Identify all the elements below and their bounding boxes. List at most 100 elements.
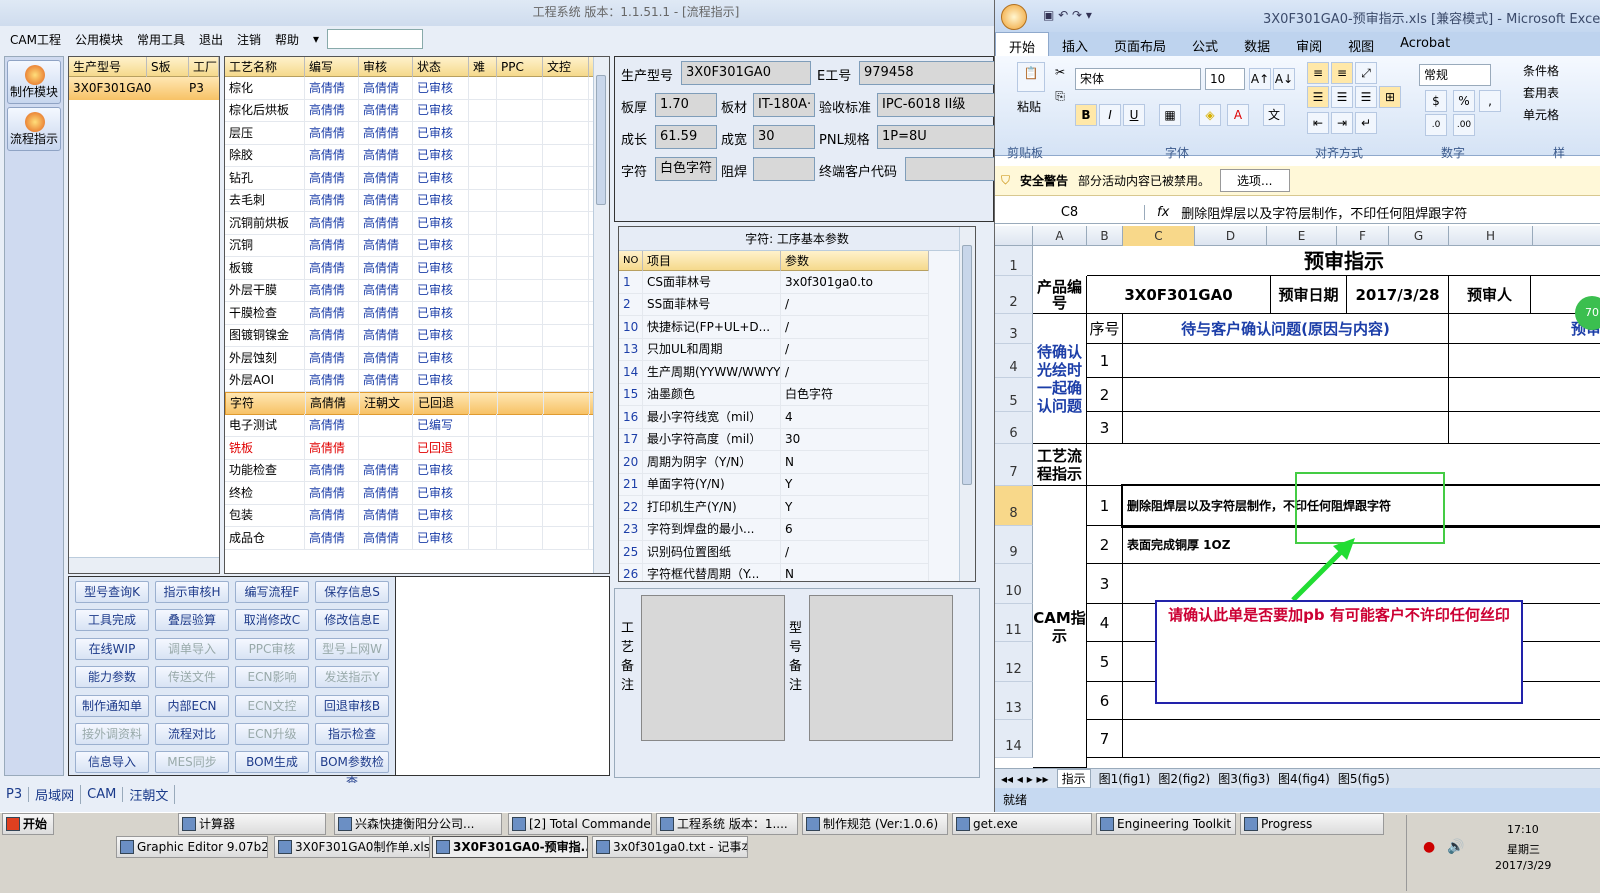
row-header[interactable]: 1 xyxy=(995,246,1033,276)
param-row[interactable]: 23 字符到焊盘的最小... 6 xyxy=(619,518,929,541)
function-button[interactable]: 发送指示Y xyxy=(315,666,389,689)
col-reviewer[interactable]: 审核 xyxy=(359,57,413,77)
process-row[interactable]: 钻孔 高倩倩 高倩倩 已审核 xyxy=(225,166,609,190)
function-button[interactable]: BOM参数检查 xyxy=(315,751,389,789)
copy-icon[interactable]: ⎘ xyxy=(1049,86,1071,108)
taskbar-item[interactable]: 3x0f301ga0.txt - 记事本 xyxy=(592,836,748,858)
column-header[interactable]: G xyxy=(1389,226,1449,246)
menu-combo[interactable] xyxy=(327,29,424,49)
col-writer[interactable]: 编写 xyxy=(305,57,359,77)
col-value[interactable]: 参数 xyxy=(781,250,929,271)
row-header[interactable]: 14 xyxy=(995,720,1033,758)
pending-question[interactable] xyxy=(1123,344,1449,378)
row-header[interactable]: 4 xyxy=(995,344,1033,378)
process-row[interactable]: 成品仓 高倩倩 高倩倩 已审核 xyxy=(225,526,609,550)
process-row[interactable]: 层压 高倩倩 高倩倩 已审核 xyxy=(225,121,609,145)
process-row[interactable]: 字符 高倩倩 汪朝文 已回退 xyxy=(225,392,609,415)
process-row[interactable]: 除胶 高倩倩 高倩倩 已审核 xyxy=(225,144,609,167)
col-model[interactable]: 生产型号 xyxy=(69,57,147,77)
process-row[interactable]: 功能检查 高倩倩 高倩倩 已审核 xyxy=(225,459,609,482)
border-icon[interactable]: ▦ xyxy=(1159,104,1181,126)
taskbar-item[interactable]: 兴森快捷衡阳分公司... xyxy=(334,813,502,835)
sheet-tab-fig3[interactable]: 图3(fig3) xyxy=(1218,770,1270,787)
column-header[interactable]: F xyxy=(1337,226,1389,246)
function-button[interactable]: 传送文件 xyxy=(155,666,229,689)
tab-formula[interactable]: 公式 xyxy=(1179,32,1231,56)
scroll-thumb[interactable] xyxy=(596,75,606,205)
cam-label[interactable]: CAM指示 xyxy=(1033,486,1087,768)
site-selector[interactable]: P3 xyxy=(0,786,30,802)
font-size-box[interactable]: 10 xyxy=(1205,68,1245,90)
quick-access-icon[interactable]: ▣ ↶ ↷ ▾ xyxy=(1043,8,1092,22)
taskbar-item[interactable]: 制作规范 (Ver:1.0.6) xyxy=(802,813,948,835)
function-button[interactable]: 型号查询K xyxy=(75,581,149,603)
menu-cam[interactable]: CAM工程 xyxy=(4,31,67,48)
cam-seq[interactable]: 7 xyxy=(1087,720,1123,758)
font-name-box[interactable]: 宋体 xyxy=(1075,68,1201,90)
tab-home[interactable]: 开始 xyxy=(995,32,1050,56)
row-header[interactable]: 2 xyxy=(995,276,1033,314)
param-row[interactable]: 22 打印机生产(Y/N) Y xyxy=(619,495,929,519)
date-label[interactable]: 预审日期 xyxy=(1271,276,1347,314)
function-button[interactable]: 取消修改C xyxy=(235,609,309,632)
tab-view[interactable]: 视图 xyxy=(1335,32,1387,56)
process-row[interactable]: 电子测试 高倩倩 已编写 xyxy=(225,414,609,437)
nav-process-instruction[interactable]: 流程指示 xyxy=(7,107,61,151)
col-doc[interactable]: 文控 xyxy=(543,57,589,77)
nav-make-module[interactable]: 制作模块 xyxy=(7,60,61,104)
pending-seq[interactable]: 3 xyxy=(1087,412,1123,444)
param-row[interactable]: 26 字符框代替周期（Y... N xyxy=(619,563,929,581)
function-button[interactable]: 叠层验算 xyxy=(155,609,229,632)
taskbar-item[interactable]: 工程系统 版本：1.... xyxy=(656,813,798,835)
column-header[interactable]: B xyxy=(1087,226,1123,246)
function-button[interactable]: 能力参数 xyxy=(75,666,149,689)
shrink-font-icon[interactable]: A↓ xyxy=(1273,68,1295,90)
align-left-icon[interactable]: ☰ xyxy=(1307,86,1329,108)
length-field[interactable]: 61.59 xyxy=(655,125,717,149)
function-button[interactable]: 接外调资料 xyxy=(75,723,149,745)
cam-seq[interactable]: 4 xyxy=(1087,604,1123,642)
grow-font-icon[interactable]: A↑ xyxy=(1249,68,1271,90)
options-button[interactable]: 选项... xyxy=(1220,169,1290,192)
office-button[interactable] xyxy=(1001,4,1027,30)
row-header[interactable]: 5 xyxy=(995,378,1033,412)
tab-acrobat[interactable]: Acrobat xyxy=(1387,32,1463,56)
function-button[interactable]: 指示审核H xyxy=(155,581,229,603)
function-button[interactable]: ECN影响 xyxy=(235,666,309,689)
col-factory[interactable]: 工厂 xyxy=(189,57,219,77)
col-difficulty[interactable]: 难 xyxy=(469,57,497,77)
taskbar-item[interactable]: 计算器 xyxy=(178,813,326,835)
fill-color-icon[interactable]: ◈ xyxy=(1199,104,1221,126)
function-button[interactable]: 指示检查 xyxy=(315,723,389,745)
merge-icon[interactable]: ⊞ xyxy=(1379,86,1401,108)
formula-input[interactable]: 删除阻焊层以及字符层制作，不印任何阻焊跟字符 xyxy=(1181,203,1467,222)
taskbar-item[interactable]: get.exe xyxy=(952,813,1092,835)
outdent-icon[interactable]: ⇥ xyxy=(1331,112,1353,134)
decrease-decimal-icon[interactable]: .00 xyxy=(1453,114,1475,136)
align-middle-icon[interactable]: ≡ xyxy=(1331,62,1353,84)
cam-seq[interactable]: 2 xyxy=(1087,526,1123,564)
param-row[interactable]: 14 生产周期(YYWW/WWYY) / xyxy=(619,360,929,384)
row-header[interactable]: 3 xyxy=(995,314,1033,344)
taskbar-item[interactable]: Engineering Toolkit 9.... xyxy=(1096,813,1236,835)
process-row[interactable]: 外层蚀刻 高倩倩 高倩倩 已审核 xyxy=(225,346,609,370)
pending-question[interactable] xyxy=(1123,378,1449,412)
taskbar-item[interactable]: Graphic Editor 9.07b2 (0... xyxy=(116,836,268,858)
fx-icon[interactable]: fx xyxy=(1145,205,1181,220)
tab-page-layout[interactable]: 页面布局 xyxy=(1101,32,1179,56)
flow-label[interactable]: 工艺流程指示 xyxy=(1033,444,1087,486)
sheet-tab-fig4[interactable]: 图4(fig4) xyxy=(1278,770,1330,787)
conditional-format-button[interactable]: 条件格 xyxy=(1523,62,1559,79)
row-header[interactable]: 11 xyxy=(995,604,1033,642)
align-center-icon[interactable]: ☰ xyxy=(1331,86,1353,108)
customer-field[interactable] xyxy=(905,157,995,181)
wrap-icon[interactable]: ↵ xyxy=(1355,112,1377,134)
standard-field[interactable]: IPC-6018 II级 xyxy=(877,93,995,117)
phonetic-icon[interactable]: 文 xyxy=(1263,104,1285,126)
table-format-button[interactable]: 套用表 xyxy=(1523,84,1559,101)
italic-icon[interactable]: I xyxy=(1099,104,1121,126)
process-row[interactable]: 终检 高倩倩 高倩倩 已审核 xyxy=(225,481,609,505)
reviewer-label[interactable]: 预审人 xyxy=(1449,276,1531,314)
thickness-field[interactable]: 1.70 xyxy=(655,93,717,117)
question-label[interactable]: 待与客户确认问题(原因与内容) xyxy=(1123,314,1449,344)
